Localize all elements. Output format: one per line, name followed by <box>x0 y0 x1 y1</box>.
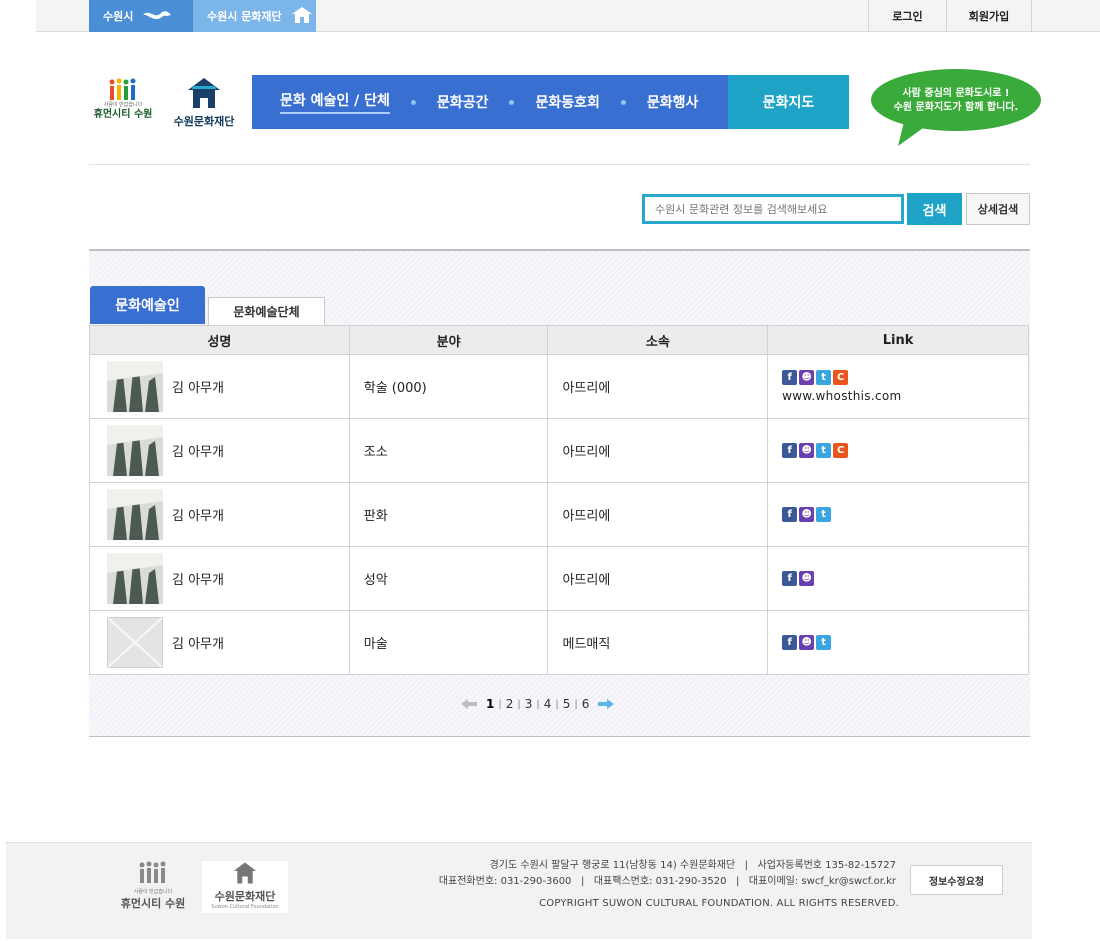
page-1[interactable]: 1 <box>482 697 498 711</box>
humancity-suwon-logo[interactable]: 사람이 반갑습니다 휴먼시티 수원 <box>92 78 154 128</box>
column-header-link: Link <box>767 325 1029 355</box>
footer-humancity-logo: 사람이 반갑습니다 휴먼시티 수원 <box>118 861 188 911</box>
fortress-roof-icon <box>233 862 257 884</box>
page-4[interactable]: 4 <box>540 697 556 711</box>
artist-field: 성악 <box>348 546 549 611</box>
fortress-roof-icon <box>188 78 220 108</box>
twitter-icon[interactable]: t <box>816 635 832 650</box>
nav-culture-event[interactable]: 문화행사 <box>647 75 699 129</box>
artist-name[interactable]: 김 아무개 <box>172 377 224 396</box>
facebook-icon[interactable]: f <box>782 443 798 458</box>
page-5[interactable]: 5 <box>559 697 575 711</box>
info-update-request-button[interactable]: 정보수정요청 <box>910 865 1003 895</box>
header-divider <box>89 164 1030 165</box>
footer-copyright: COPYRIGHT SUWON CULTURAL FOUNDATION. ALL… <box>539 898 899 909</box>
login-link[interactable]: 로그인 <box>868 0 946 32</box>
footer: 사람이 반갑습니다 휴먼시티 수원 수원문화재단 Suwon Cultural … <box>6 842 1032 939</box>
page-3[interactable]: 3 <box>521 697 537 711</box>
artist-field: 판화 <box>348 482 549 547</box>
table-row[interactable]: 김 아무개 조소 아뜨리에 f ☻ t C <box>89 418 1029 483</box>
me2day-icon[interactable]: ☻ <box>799 443 815 458</box>
page-2[interactable]: 2 <box>502 697 518 711</box>
top-bar: 수원시 수원시 문화재단 로그인 회원가입 <box>36 0 1100 32</box>
suwon-foundation-logo[interactable]: 수원문화재단 <box>168 76 240 128</box>
search-button[interactable]: 검색 <box>907 193 962 225</box>
me2day-icon[interactable]: ☻ <box>799 635 815 650</box>
artist-field: 학술 (000) <box>348 354 549 419</box>
cyworld-icon[interactable]: C <box>833 443 849 458</box>
artist-affiliation: 아뜨리에 <box>547 546 769 611</box>
artist-name[interactable]: 김 아무개 <box>172 569 224 588</box>
main-navigation: 문화 예술인 / 단체 문화공간 문화동호회 문화행사 문화지도 <box>252 75 849 129</box>
artist-photo[interactable] <box>107 361 163 412</box>
footer-foundation-logo: 수원문화재단 Suwon Cultural Foundation <box>202 861 288 913</box>
table-row[interactable]: 김 아무개 판화 아뜨리에 f ☻ t <box>89 482 1029 547</box>
nav-culture-map[interactable]: 문화지도 <box>728 75 849 129</box>
artist-table: 성명 분야 소속 Link 김 아무개 학술 (000) 아뜨리에 f ☻ t … <box>89 325 1029 675</box>
homepage-link[interactable]: www.whosthis.com <box>782 389 1028 403</box>
tab-groups[interactable]: 문화예술단체 <box>208 297 325 325</box>
artist-affiliation: 아뜨리에 <box>547 354 769 419</box>
page-6[interactable]: 6 <box>578 697 594 711</box>
facebook-icon[interactable]: f <box>782 507 798 522</box>
nav-separator-dot <box>410 99 416 105</box>
suwon-city-link[interactable]: 수원시 <box>89 0 193 32</box>
me2day-icon[interactable]: ☻ <box>799 507 815 522</box>
me2day-icon[interactable]: ☻ <box>799 571 815 586</box>
artist-photo[interactable] <box>107 489 163 540</box>
artist-affiliation: 아뜨리에 <box>547 418 769 483</box>
table-row[interactable]: 김 아무개 성악 아뜨리에 f ☻ <box>89 546 1029 611</box>
twitter-icon[interactable]: t <box>816 443 832 458</box>
cyworld-icon[interactable]: C <box>833 370 849 385</box>
join-link[interactable]: 회원가입 <box>946 0 1032 32</box>
artist-name[interactable]: 김 아무개 <box>172 633 224 652</box>
artist-photo[interactable] <box>107 425 163 476</box>
prev-page-arrow-icon[interactable] <box>460 698 478 710</box>
tab-artists[interactable]: 문화예술인 <box>90 286 205 324</box>
facebook-icon[interactable]: f <box>782 370 798 385</box>
artist-photo[interactable] <box>107 553 163 604</box>
artist-name[interactable]: 김 아무개 <box>172 505 224 524</box>
pagination: 1 | 2 | 3 | 4 | 5 | 6 <box>456 696 619 712</box>
nav-culture-club[interactable]: 문화동호회 <box>535 75 599 129</box>
nav-separator-dot <box>509 99 515 105</box>
footer-address: 경기도 수원시 팔달구 행궁로 11(남창동 14) 수원문화재단 | 사업자등… <box>438 860 896 887</box>
photo-placeholder-icon[interactable] <box>107 617 163 668</box>
twitter-icon[interactable]: t <box>816 370 832 385</box>
humancity-people-icon <box>109 78 136 100</box>
twitter-icon[interactable]: t <box>816 507 832 522</box>
facebook-icon[interactable]: f <box>782 571 798 586</box>
artist-field: 조소 <box>348 418 549 483</box>
next-page-arrow-icon[interactable] <box>597 698 615 710</box>
slogan-speech-bubble: 사람 중심의 문화도시로 ! 수원 문화지도가 함께 합니다. <box>870 68 1042 150</box>
table-header-row: 성명 분야 소속 Link <box>89 325 1029 355</box>
search-input[interactable] <box>642 194 904 224</box>
table-row[interactable]: 김 아무개 학술 (000) 아뜨리에 f ☻ t C www.whosthis… <box>89 354 1029 419</box>
me2day-icon[interactable]: ☻ <box>799 370 815 385</box>
nav-culture-space[interactable]: 문화공간 <box>437 75 489 129</box>
column-header-affiliation: 소속 <box>547 325 769 355</box>
facebook-icon[interactable]: f <box>782 635 798 650</box>
column-header-field: 분야 <box>348 325 549 355</box>
artist-name[interactable]: 김 아무개 <box>172 441 224 460</box>
advanced-search-button[interactable]: 상세검색 <box>966 193 1030 225</box>
artist-field: 마술 <box>348 610 549 675</box>
artist-affiliation: 메드매직 <box>547 610 769 675</box>
nav-separator-dot <box>620 99 626 105</box>
artist-affiliation: 아뜨리에 <box>547 482 769 547</box>
humancity-people-icon <box>139 861 166 883</box>
fortress-gate-icon <box>290 5 314 28</box>
bird-icon <box>141 6 173 27</box>
table-row[interactable]: 김 아무개 마술 메드매직 f ☻ t <box>89 610 1029 675</box>
column-header-name: 성명 <box>89 325 350 355</box>
nav-artists-groups[interactable]: 문화 예술인 / 단체 <box>280 75 390 129</box>
suwon-foundation-link[interactable]: 수원시 문화재단 <box>193 0 316 32</box>
